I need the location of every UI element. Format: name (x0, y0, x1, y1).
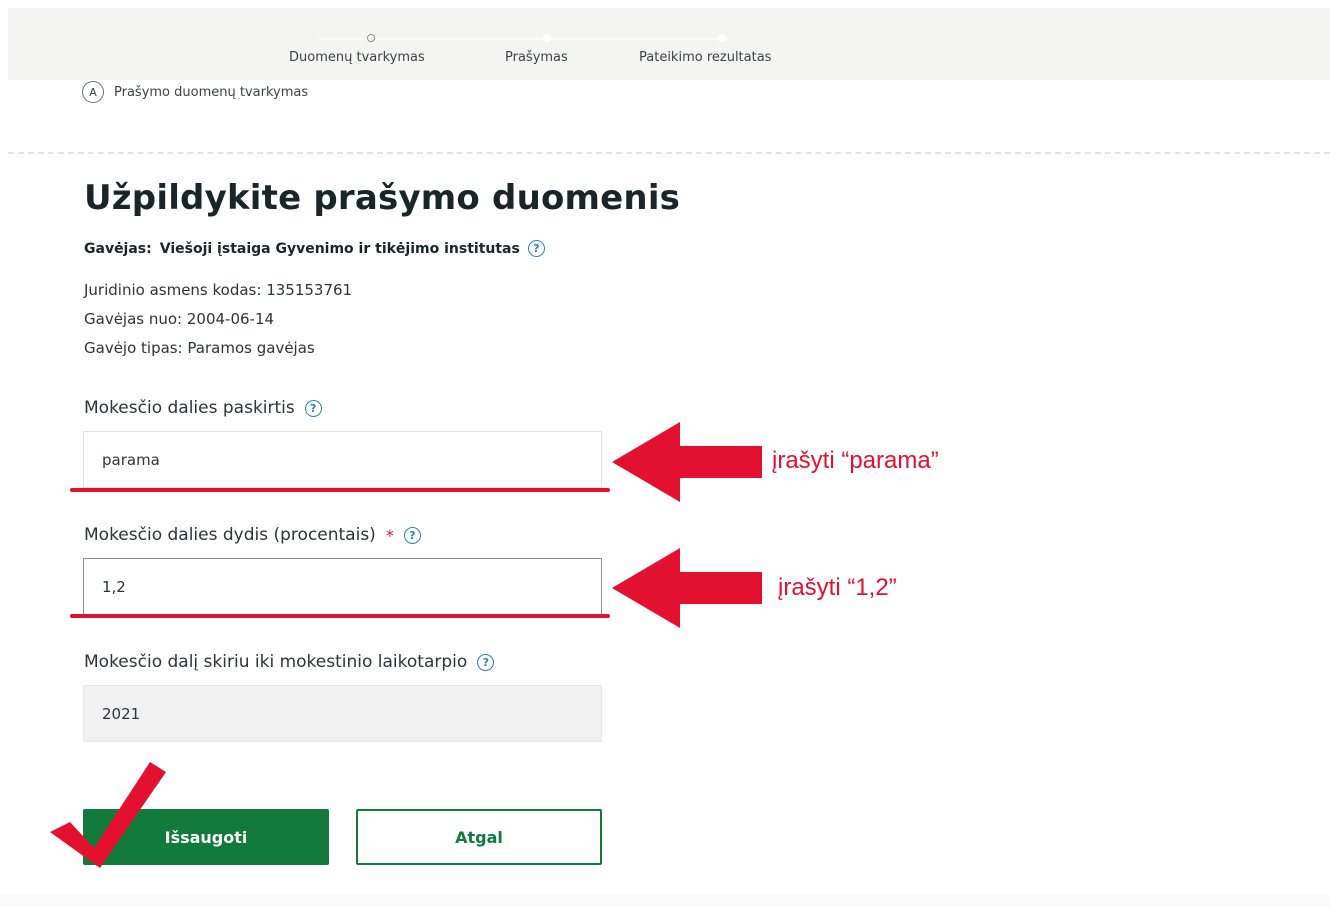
sub-step-label: Prašymo duomenų tvarkymas (114, 84, 309, 100)
purpose-label: Mokesčio dalies paskirtis (84, 398, 295, 418)
percent-input[interactable]: 1,2 (83, 558, 602, 615)
annotation-purpose-hint: įrašyti “parama” (772, 447, 939, 474)
recipient-code: Juridinio asmens kodas: 135153761 (84, 281, 353, 299)
page-title: Užpildykite prašymo duomenis (84, 178, 681, 218)
step-indicator-current (367, 34, 375, 42)
step-label-result[interactable]: Pateikimo rezultatas (639, 50, 771, 65)
sub-step: A Prašymo duomenų tvarkymas (82, 80, 308, 104)
recipient-line: Gavėjas: Viešoji įstaiga Gyvenimo ir tik… (84, 240, 545, 257)
until-label: Mokesčio dalį skiriu iki mokestinio laik… (84, 652, 468, 672)
step-label-data[interactable]: Duomenų tvarkymas (289, 50, 425, 65)
step-indicator (543, 34, 551, 42)
required-mark: * (385, 525, 394, 545)
help-icon[interactable]: ? (527, 240, 545, 257)
annotation-underline (70, 614, 610, 618)
step-indicator (718, 34, 726, 42)
help-icon[interactable]: ? (477, 653, 495, 671)
purpose-input[interactable]: parama (83, 431, 602, 488)
stepper-progress-line (318, 38, 728, 40)
stepper-bar: Duomenų tvarkymas Prašymas Pateikimo rez… (8, 8, 1330, 80)
percent-value: 1,2 (102, 577, 126, 596)
annotation-underline (70, 488, 610, 492)
annotation-arrow-icon (612, 548, 762, 628)
recipient-label: Gavėjas: (84, 240, 152, 257)
recipient-since: Gavėjas nuo: 2004-06-14 (84, 310, 275, 328)
recipient-name: Viešoji įstaiga Gyvenimo ir tikėjimo ins… (159, 240, 520, 257)
annotation-arrow-icon (612, 422, 762, 502)
until-year-input: 2021 (83, 685, 602, 742)
until-year-value: 2021 (102, 704, 141, 723)
help-icon[interactable]: ? (403, 526, 421, 544)
purpose-value: parama (102, 450, 160, 469)
help-icon[interactable]: ? (304, 399, 322, 417)
checkmark-icon (50, 762, 166, 868)
recipient-type: Gavėjo tipas: Paramos gavėjas (84, 339, 315, 357)
percent-label-row: Mokesčio dalies dydis (procentais) * ? (84, 525, 421, 545)
section-divider (8, 152, 1330, 154)
until-label-row: Mokesčio dalį skiriu iki mokestinio laik… (84, 652, 495, 672)
sub-step-badge: A (82, 81, 104, 103)
percent-label: Mokesčio dalies dydis (procentais) (84, 525, 376, 545)
footer-band (0, 895, 1330, 907)
step-label-request[interactable]: Prašymas (505, 50, 568, 65)
purpose-label-row: Mokesčio dalies paskirtis ? (84, 398, 322, 418)
back-button[interactable]: Atgal (356, 809, 602, 865)
annotation-percent-hint: įrašyti “1,2” (778, 574, 897, 601)
